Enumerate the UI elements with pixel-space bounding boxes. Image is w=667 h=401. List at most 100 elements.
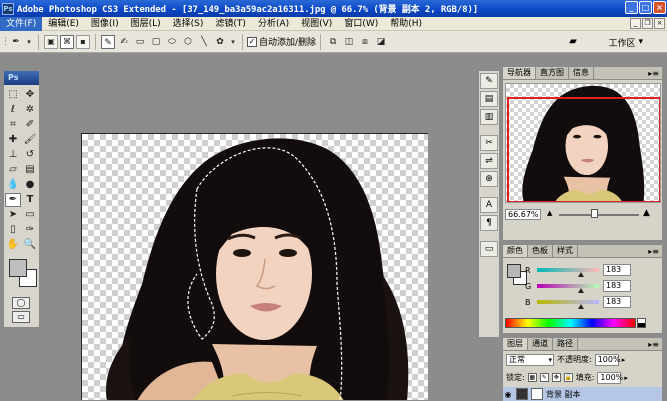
layer-comps-icon[interactable]: ▥ (480, 109, 498, 125)
zoom-slider[interactable] (559, 214, 639, 216)
menu-window[interactable]: 窗口(W) (338, 17, 384, 31)
hand-tool-icon[interactable]: ✋ (5, 238, 21, 252)
lock-pixels-icon[interactable]: ✎ (539, 373, 549, 382)
brush-tool-icon[interactable]: 🖌 (22, 133, 38, 147)
move-tool-icon[interactable]: ✥ (22, 88, 38, 102)
rounded-rectangle-icon[interactable]: ▢ (149, 35, 163, 49)
close-button[interactable]: × (653, 1, 666, 14)
tab-styles[interactable]: 样式 (553, 245, 578, 257)
combine-areas-icon[interactable]: ⧉ (326, 35, 340, 49)
menu-view[interactable]: 视图(V) (295, 17, 338, 31)
doc-close-button[interactable]: × (654, 18, 665, 29)
marquee-tool-icon[interactable]: ⬚ (5, 88, 21, 102)
subtract-area-icon[interactable]: ◫ (342, 35, 356, 49)
blue-slider[interactable] (537, 300, 599, 304)
gradient-tool-icon[interactable]: ▤ (22, 163, 38, 177)
tab-navigator[interactable]: 导航器 (503, 67, 536, 79)
chevron-right-icon[interactable]: ▸ (624, 374, 628, 382)
info-panel-icon[interactable]: ▭ (480, 241, 498, 257)
lock-all-icon[interactable]: 🔒 (563, 373, 573, 382)
crop-tool-icon[interactable]: ⌗ (5, 118, 21, 132)
lasso-tool-icon[interactable]: ℓ (5, 103, 21, 117)
notes-tool-icon[interactable]: ▯ (5, 223, 21, 237)
brush-panel-icon[interactable]: ✎ (480, 73, 498, 89)
paragraph-icon[interactable]: ¶ (480, 215, 498, 231)
character-icon[interactable]: A (480, 197, 498, 213)
zoom-out-icon[interactable]: ▲ (547, 209, 552, 217)
ellipse-icon[interactable]: ⬭ (165, 35, 179, 49)
pen-tool-icon[interactable]: ✒ (5, 193, 21, 207)
opacity-input[interactable]: 100% (594, 353, 621, 366)
menu-image[interactable]: 图像(I) (85, 17, 125, 31)
pen-icon[interactable]: ✎ (101, 34, 115, 49)
tool-presets-icon[interactable]: ▤ (480, 91, 498, 107)
red-slider[interactable] (537, 268, 599, 272)
history-brush-tool-icon[interactable]: ↺ (22, 148, 38, 162)
navigator-zoom-input[interactable]: 66.67% (505, 209, 541, 220)
doc-restore-button[interactable]: ❐ (642, 18, 653, 29)
tab-channels[interactable]: 通道 (528, 338, 553, 350)
menu-filter[interactable]: 滤镜(T) (209, 17, 252, 31)
tab-swatches[interactable]: 色板 (528, 245, 553, 257)
lock-transparency-icon[interactable]: ▦ (527, 373, 537, 382)
foreground-color-swatch[interactable] (507, 264, 521, 278)
red-value-input[interactable]: 183 (603, 264, 631, 276)
pen-tool-preset-icon[interactable]: ✒ (9, 35, 23, 49)
tab-layers[interactable]: 图层 (503, 338, 528, 350)
panel-menu-icon[interactable]: ▸≡ (648, 68, 659, 79)
shape-layers-icon[interactable]: ▣ (44, 34, 58, 49)
type-tool-icon[interactable]: T (22, 193, 38, 207)
color-spectrum-bar[interactable] (505, 318, 636, 328)
menu-layer[interactable]: 图层(L) (125, 17, 167, 31)
path-selection-tool-icon[interactable]: ➤ (5, 208, 21, 222)
blue-slider-handle[interactable] (578, 304, 584, 309)
rectangle-icon[interactable]: ▭ (133, 35, 147, 49)
blend-mode-select[interactable]: 正常 (506, 353, 554, 366)
intersect-area-icon[interactable]: ⧈ (358, 35, 372, 49)
tab-histogram[interactable]: 直方图 (536, 67, 569, 79)
zoom-slider-handle[interactable] (591, 209, 598, 218)
line-icon[interactable]: ╲ (197, 35, 211, 49)
dodge-tool-icon[interactable]: ● (22, 178, 38, 192)
menu-help[interactable]: 帮助(H) (384, 17, 428, 31)
layer-mask-thumbnail[interactable] (531, 388, 543, 400)
shape-tool-icon[interactable]: ▭ (22, 208, 38, 222)
lock-position-icon[interactable]: ✥ (551, 373, 561, 382)
fill-input[interactable]: 100% (597, 371, 623, 384)
menu-edit[interactable]: 编辑(E) (42, 17, 85, 31)
maximize-button[interactable]: □ (639, 1, 652, 14)
chevron-right-icon[interactable]: ▸ (622, 356, 626, 364)
clone-stamp-tool-icon[interactable]: ⊥ (5, 148, 21, 162)
workspace-button[interactable]: 工作区 ▾ (608, 34, 643, 50)
menu-analysis[interactable]: 分析(A) (252, 17, 295, 31)
black-white-ramp[interactable] (637, 318, 646, 328)
green-slider-handle[interactable] (578, 288, 584, 293)
blue-value-input[interactable]: 183 (603, 296, 631, 308)
doc-minimize-button[interactable]: _ (630, 18, 641, 29)
green-slider[interactable] (537, 284, 599, 288)
eye-icon[interactable]: ◉ (503, 390, 513, 399)
polygon-icon[interactable]: ⬡ (181, 35, 195, 49)
tab-color[interactable]: 颜色 (503, 245, 528, 257)
menu-file[interactable]: 文件(F) (0, 16, 43, 31)
slice-tool-icon[interactable]: ✐ (22, 118, 38, 132)
history-icon[interactable]: ⇌ (480, 153, 498, 169)
chevron-down-icon[interactable]: ▾ (25, 35, 33, 49)
actions-icon[interactable]: ✂ (480, 135, 498, 151)
magic-wand-tool-icon[interactable]: ✲ (22, 103, 38, 117)
healing-brush-tool-icon[interactable]: ✚ (5, 133, 21, 147)
zoom-tool-icon[interactable]: 🔍 (22, 238, 38, 252)
clone-source-icon[interactable]: ⊕ (480, 171, 498, 187)
screen-mode-button[interactable]: ▭ (12, 311, 30, 323)
panel-menu-icon[interactable]: ▸≡ (648, 246, 659, 257)
layer-row-active[interactable]: ◉ 背景 副本 (503, 387, 662, 401)
paths-mode-icon[interactable]: ⌘ (60, 34, 74, 49)
auto-add-delete-checkbox[interactable]: ✓ (247, 36, 257, 47)
exclude-area-icon[interactable]: ◪ (374, 35, 388, 49)
tab-info[interactable]: 信息 (569, 67, 594, 79)
minimize-button[interactable]: _ (625, 1, 638, 14)
blur-tool-icon[interactable]: 💧 (5, 178, 21, 192)
document-canvas[interactable] (81, 133, 428, 400)
eyedropper-tool-icon[interactable]: ✑ (22, 223, 38, 237)
custom-shape-icon[interactable]: ✿ (213, 35, 227, 49)
